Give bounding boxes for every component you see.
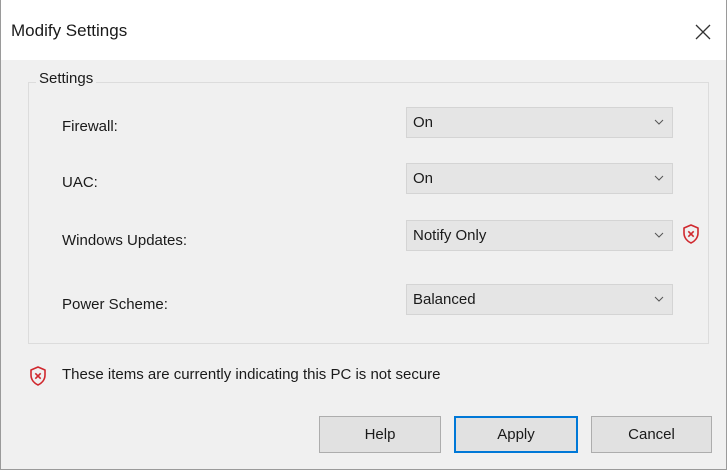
- cancel-button[interactable]: Cancel: [591, 416, 712, 453]
- uac-dropdown[interactable]: On: [406, 163, 673, 194]
- chevron-down-icon: [654, 296, 664, 302]
- firewall-label: Firewall:: [62, 118, 118, 135]
- help-button[interactable]: Help: [319, 416, 441, 453]
- security-warning-text: These items are currently indicating thi…: [62, 366, 441, 383]
- title-bar: Modify Settings: [1, 0, 726, 60]
- close-icon: [695, 24, 711, 40]
- windows-updates-value: Notify Only: [413, 227, 487, 244]
- settings-group-title: Settings: [36, 70, 97, 87]
- windows-updates-dropdown[interactable]: Notify Only: [406, 220, 673, 251]
- uac-label: UAC:: [62, 174, 98, 191]
- chevron-down-icon: [654, 232, 664, 238]
- modify-settings-dialog: Modify Settings Settings Firewall: On UA…: [0, 0, 727, 470]
- shield-x-icon: [683, 224, 699, 244]
- uac-value: On: [413, 170, 434, 187]
- shield-x-icon: [30, 366, 46, 386]
- chevron-down-icon: [654, 119, 664, 125]
- windows-updates-label: Windows Updates:: [62, 232, 188, 249]
- chevron-down-icon: [654, 175, 664, 181]
- dialog-title: Modify Settings: [11, 21, 128, 40]
- power-scheme-dropdown[interactable]: Balanced: [406, 284, 673, 315]
- power-scheme-value: Balanced: [413, 291, 476, 308]
- firewall-value: On: [413, 114, 434, 131]
- firewall-dropdown[interactable]: On: [406, 107, 673, 138]
- close-button[interactable]: [680, 12, 726, 52]
- power-scheme-label: Power Scheme:: [62, 296, 168, 313]
- apply-button[interactable]: Apply: [454, 416, 578, 453]
